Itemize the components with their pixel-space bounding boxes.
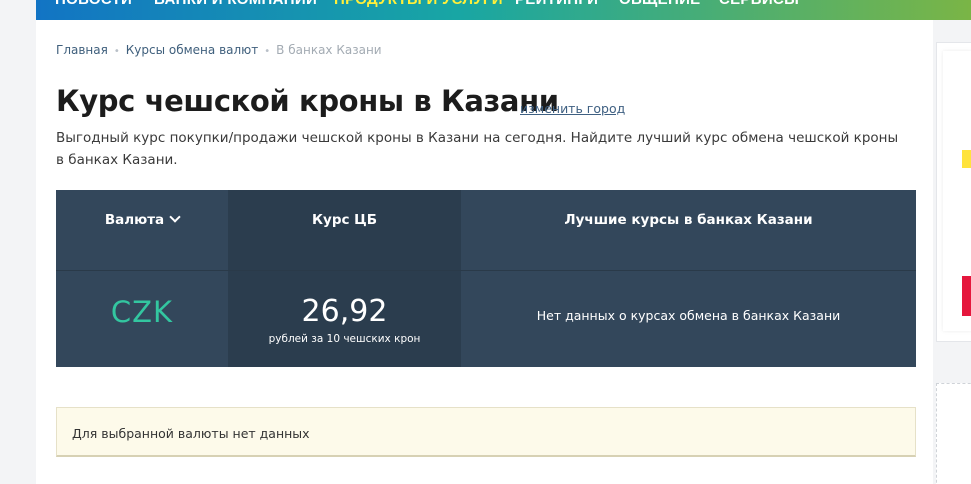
sidebar-ad-placeholder [936,383,971,484]
notice-text: Для выбранной валюты нет данных [72,426,310,441]
nav-item-community[interactable]: ОБЩЕНИЕ [619,0,700,8]
top-navigation: НОВОСТИ БАНКИ И КОМПАНИИ ПРОДУКТЫ И УСЛУ… [36,0,971,20]
no-data-notice: Для выбранной валюты нет данных [56,407,916,457]
page-title: Курс чешской кроны в Казани [56,84,559,118]
best-rates-header: Лучшие курсы в банках Казани [564,212,813,228]
breadcrumb-separator: • [264,46,271,57]
sidebar-button[interactable] [962,276,971,316]
cb-rate-header: Курс ЦБ [311,212,377,228]
rates-table: Валюта Курс ЦБ Лучшие курсы в банках Каз… [56,190,916,367]
change-city-link[interactable]: изменить город [520,101,625,116]
main-content: Главная • Курсы обмена валют • В банках Каза… [36,20,933,484]
cb-rate-value: 26,92 [301,294,388,329]
sidebar-highlight [962,150,971,168]
nav-item-ratings[interactable]: РЕЙТИНГИ [515,0,598,8]
breadcrumb-current: В банках Казани [276,43,382,57]
nav-item-services[interactable]: СЕРВИСЫ [719,0,799,8]
nav-item-news[interactable]: НОВОСТИ [55,0,132,8]
currency-select-header[interactable]: Валюта [56,211,228,228]
cb-rate-unit: рублей за 10 чешских крон [268,333,421,345]
currency-header-label: Валюта [104,212,165,228]
chevron-down-icon [169,211,181,223]
breadcrumb-home[interactable]: Главная [56,43,108,57]
page-description: Выгодный курс покупки/продажи чешской кр… [56,130,899,168]
breadcrumb: Главная • Курсы обмена валют • В банках Каза… [56,43,382,57]
best-rates-empty-message: Нет данных о курсах обмена в банках Каза… [536,308,841,323]
currency-code: CZK [110,295,174,329]
breadcrumb-separator: • [113,46,120,57]
nav-item-banks[interactable]: БАНКИ И КОМПАНИИ [154,0,317,8]
nav-item-products[interactable]: ПРОДУКТЫ И УСЛУГИ [334,0,503,8]
breadcrumb-exchange-rates[interactable]: Курсы обмена валют [126,43,259,57]
row-divider [56,270,916,271]
